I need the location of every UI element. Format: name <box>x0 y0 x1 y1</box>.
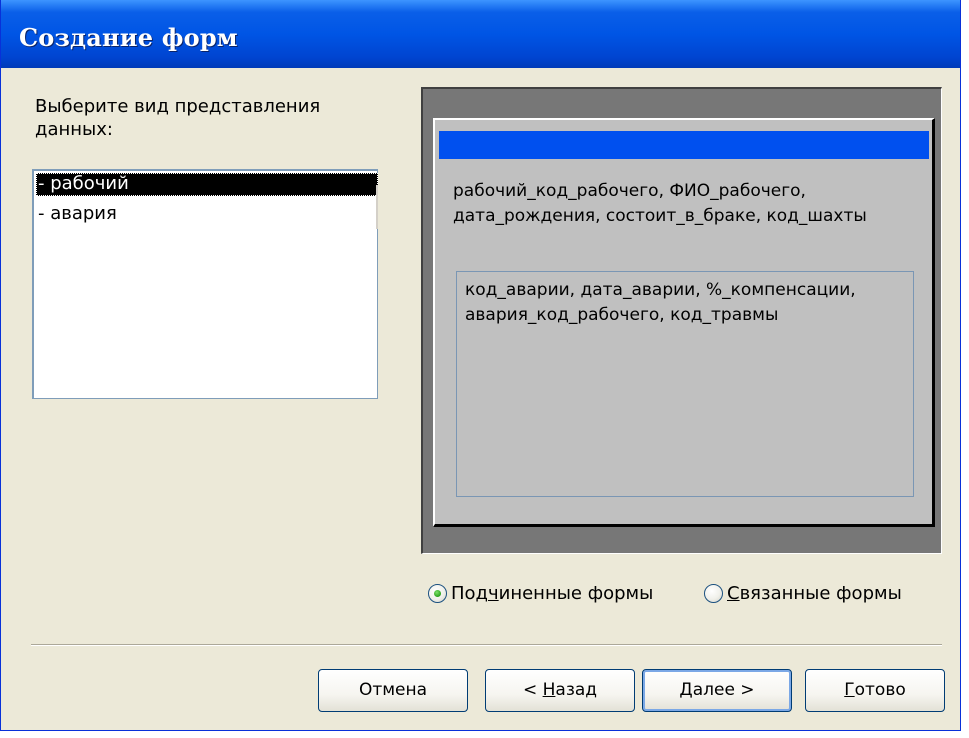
back-button[interactable]: < Назад <box>485 669 635 712</box>
list-edge-mark <box>376 185 378 229</box>
linked-forms-radio[interactable] <box>704 583 723 603</box>
cancel-button[interactable]: Отмена <box>318 669 468 712</box>
subforms-option[interactable]: Подчиненные формы <box>428 581 653 605</box>
preview-header-bar <box>439 131 929 159</box>
view-prompt-label: Выберите вид представления данных: <box>35 96 321 140</box>
subform-fields: код_аварии, дата_аварии, %_компенсации, … <box>465 280 856 325</box>
linked-forms-label: Связанные формы <box>727 582 902 604</box>
button-separator <box>31 644 942 646</box>
finish-button[interactable]: Готово <box>805 669 945 712</box>
list-item-accident[interactable]: - авария <box>36 203 117 226</box>
form-preview-panel: рабочий_код_рабочего, ФИО_рабочего, дата… <box>433 118 935 527</box>
title-bar[interactable]: Создание форм <box>1 0 960 68</box>
linked-forms-option[interactable]: Связанные формы <box>704 581 902 605</box>
data-view-listbox[interactable]: - рабочий - авария <box>32 169 378 399</box>
form-preview-frame: рабочий_код_рабочего, ФИО_рабочего, дата… <box>421 87 942 554</box>
subform-preview: код_аварии, дата_аварии, %_компенсации, … <box>456 271 914 497</box>
next-button[interactable]: Далее > <box>642 669 792 712</box>
main-form-fields: рабочий_код_рабочего, ФИО_рабочего, дата… <box>453 181 867 226</box>
create-forms-dialog: Создание форм Выберите вид представления… <box>0 0 961 731</box>
subforms-label: Подчиненные формы <box>451 582 654 604</box>
window-title: Создание форм <box>19 23 238 52</box>
list-item-worker[interactable]: - рабочий <box>36 173 378 196</box>
subforms-radio[interactable] <box>428 583 447 603</box>
